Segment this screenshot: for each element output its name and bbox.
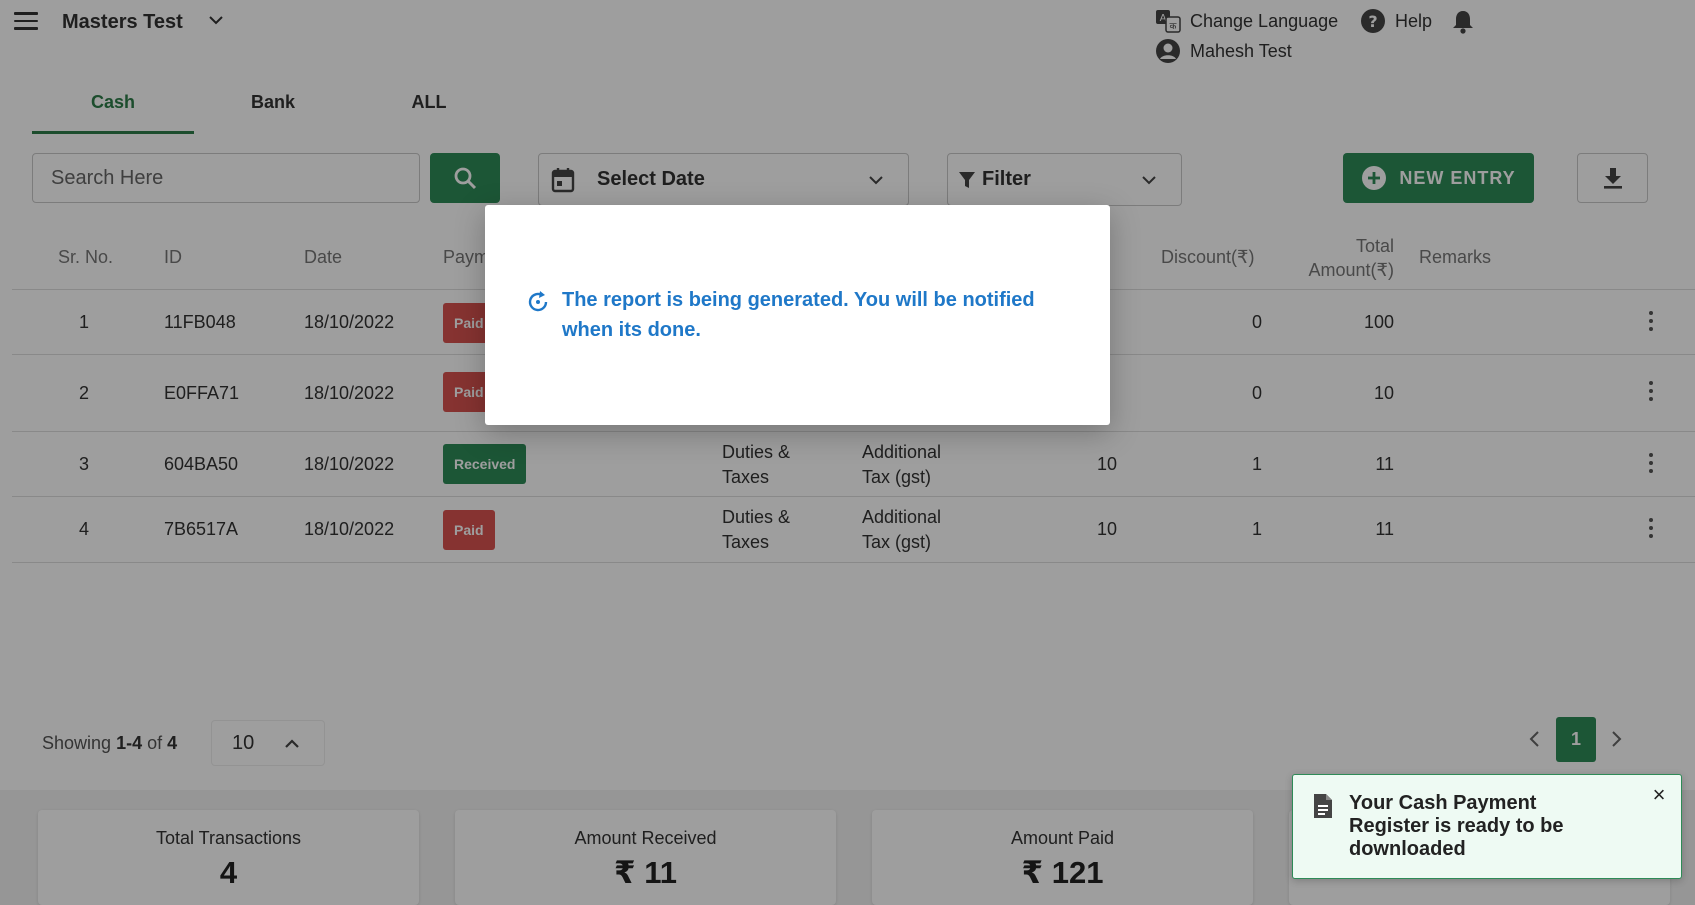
document-icon bbox=[1314, 794, 1332, 818]
dialog-message: The report is being generated. You will … bbox=[562, 289, 1035, 341]
report-generating-dialog: The report is being generated. You will … bbox=[485, 205, 1110, 425]
download-ready-toast[interactable]: Your Cash Payment Register is ready to b… bbox=[1292, 774, 1682, 879]
modal-backdrop[interactable] bbox=[0, 0, 1695, 905]
app-root: Masters Test A क Change Language ? Help … bbox=[0, 0, 1695, 905]
toast-message: Your Cash Payment Register is ready to b… bbox=[1349, 792, 1564, 860]
toast-close-button[interactable]: × bbox=[1649, 784, 1669, 806]
refresh-icon bbox=[528, 291, 548, 312]
